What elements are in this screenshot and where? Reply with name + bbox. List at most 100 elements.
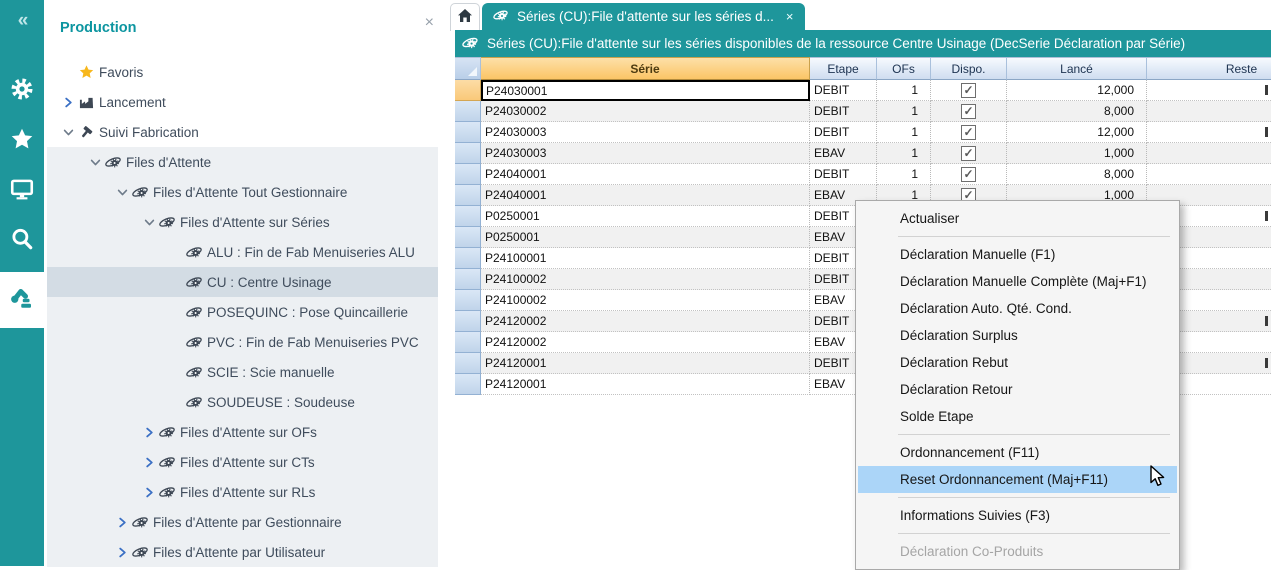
menu-item-d-claration-rebut[interactable]: Déclaration Rebut (858, 349, 1177, 376)
cell-serie[interactable]: P24040001 (481, 164, 810, 185)
chevron-right-icon[interactable] (141, 457, 157, 468)
row-header[interactable] (455, 101, 481, 122)
checked-checkbox-icon[interactable]: ✓ (961, 104, 976, 119)
cell-reste[interactable] (1147, 101, 1271, 122)
cell-reste[interactable] (1147, 143, 1271, 164)
tree-item-soudeuse-soudeuse[interactable]: SOUDEUSE : Soudeuse (47, 387, 438, 417)
cell-serie[interactable]: P24120002 (481, 311, 810, 332)
row-header[interactable] (455, 332, 481, 353)
cell-dispo[interactable]: ✓ (931, 101, 1007, 122)
column-header-s-rie[interactable]: Série (481, 57, 810, 80)
tree-item-files-d-attente-sur-ofs[interactable]: Files d'Attente sur OFs (47, 417, 438, 447)
row-header[interactable] (455, 353, 481, 374)
sidebar-item-production[interactable] (0, 272, 44, 328)
cell-reste[interactable] (1147, 80, 1271, 101)
row-header[interactable] (455, 80, 481, 101)
cell-serie[interactable]: P24120001 (481, 353, 810, 374)
cell-lance[interactable]: 8,000 (1007, 164, 1147, 185)
cell-reste[interactable] (1147, 122, 1271, 143)
cell-serie[interactable]: P0250001 (481, 227, 810, 248)
chevron-right-icon[interactable] (60, 97, 76, 108)
menu-item-d-claration-auto-qt-cond[interactable]: Déclaration Auto. Qté. Cond. (858, 295, 1177, 322)
tab-series-cu[interactable]: Séries (CU):File d'attente sur les série… (482, 3, 805, 30)
tree-item-suivi-fabrication[interactable]: Suivi Fabrication (47, 117, 438, 147)
cell-etape[interactable]: EBAV (810, 143, 877, 164)
column-header-lanc[interactable]: Lancé (1007, 57, 1147, 80)
checked-checkbox-icon[interactable]: ✓ (961, 146, 976, 161)
tree-item-files-d-attente-par-gestionnaire[interactable]: Files d'Attente par Gestionnaire (47, 507, 438, 537)
row-header[interactable] (455, 206, 481, 227)
menu-item-reset-ordonnancement-maj-f11[interactable]: Reset Ordonnancement (Maj+F11) (858, 466, 1177, 493)
row-header[interactable] (455, 311, 481, 332)
checked-checkbox-icon[interactable]: ✓ (961, 125, 976, 140)
cell-serie[interactable]: P24030002 (481, 101, 810, 122)
menu-item-actualiser[interactable]: Actualiser (858, 205, 1177, 232)
menu-item-solde-etape[interactable]: Solde Etape (858, 403, 1177, 430)
row-header[interactable] (455, 122, 481, 143)
cell-etape[interactable]: DEBIT (810, 101, 877, 122)
column-header-ofs[interactable]: OFs (877, 57, 931, 80)
tree-item-files-d-attente-par-utilisateur[interactable]: Files d'Attente par Utilisateur (47, 537, 438, 567)
cell-dispo[interactable]: ✓ (931, 80, 1007, 101)
cell-serie[interactable]: P24100002 (481, 269, 810, 290)
collapse-panel-button[interactable]: « (0, 0, 44, 40)
chevron-right-icon[interactable] (141, 427, 157, 438)
tab-close-icon[interactable]: × (786, 9, 794, 24)
tree-item-alu-fin-de-fab-menuiseries-alu[interactable]: ALU : Fin de Fab Menuiseries ALU (47, 237, 438, 267)
cell-lance[interactable]: 8,000 (1007, 101, 1147, 122)
row-header[interactable] (455, 143, 481, 164)
tree-item-files-d-attente-sur-rls[interactable]: Files d'Attente sur RLs (47, 477, 438, 507)
sidebar-item-modules[interactable] (0, 66, 44, 116)
tree-item-pvc-fin-de-fab-menuiseries-pvc[interactable]: PVC : Fin de Fab Menuiseries PVC (47, 327, 438, 357)
chevron-down-icon[interactable] (141, 218, 157, 227)
cell-serie[interactable]: P0250001 (481, 206, 810, 227)
menu-item-d-claration-manuelle-f1[interactable]: Déclaration Manuelle (F1) (858, 241, 1177, 268)
row-header[interactable] (455, 185, 481, 206)
cell-lance[interactable]: 12,000 (1007, 80, 1147, 101)
cell-ofs[interactable]: 1 (877, 101, 931, 122)
grid-corner-select-all[interactable] (455, 57, 481, 80)
row-header[interactable] (455, 227, 481, 248)
chevron-down-icon[interactable] (60, 128, 76, 137)
chevron-right-icon[interactable] (114, 547, 130, 558)
tree-item-lancement[interactable]: Lancement (47, 87, 438, 117)
column-header-dispo[interactable]: Dispo. (931, 57, 1007, 80)
checked-checkbox-icon[interactable]: ✓ (961, 167, 976, 182)
sidebar-item-favorites[interactable] (0, 116, 44, 166)
cell-serie[interactable]: P24120001 (481, 374, 810, 395)
chevron-right-icon[interactable] (114, 517, 130, 528)
tree-item-files-d-attente-tout-gestionnaire[interactable]: Files d'Attente Tout Gestionnaire (47, 177, 438, 207)
menu-item-ordonnancement-f11[interactable]: Ordonnancement (F11) (858, 439, 1177, 466)
cell-lance[interactable]: 12,000 (1007, 122, 1147, 143)
tree-item-scie-scie-manuelle[interactable]: SCIE : Scie manuelle (47, 357, 438, 387)
row-header[interactable] (455, 269, 481, 290)
cell-ofs[interactable]: 1 (877, 143, 931, 164)
cell-etape[interactable]: DEBIT (810, 164, 877, 185)
sidebar-item-workstation[interactable] (0, 166, 44, 216)
tree-item-cu-centre-usinage[interactable]: CU : Centre Usinage (47, 267, 438, 297)
cell-lance[interactable]: 1,000 (1007, 143, 1147, 164)
row-header[interactable] (455, 248, 481, 269)
checked-checkbox-icon[interactable]: ✓ (961, 83, 976, 98)
cell-serie[interactable]: P24030003 (481, 122, 810, 143)
tree-item-favoris[interactable]: Favoris (47, 57, 438, 87)
cell-ofs[interactable]: 1 (877, 80, 931, 101)
menu-item-d-claration-retour[interactable]: Déclaration Retour (858, 376, 1177, 403)
cell-serie[interactable]: P24040001 (481, 185, 810, 206)
menu-item-d-claration-surplus[interactable]: Déclaration Surplus (858, 322, 1177, 349)
close-panel-icon[interactable]: × (425, 15, 434, 31)
row-header[interactable] (455, 374, 481, 395)
cell-serie[interactable]: P24030003 (481, 143, 810, 164)
cell-serie[interactable]: P24100001 (481, 248, 810, 269)
cell-serie[interactable]: P24120002 (481, 332, 810, 353)
tree-item-files-d-attente-sur-s-ries[interactable]: Files d'Attente sur Séries (47, 207, 438, 237)
cell-ofs[interactable]: 1 (877, 164, 931, 185)
menu-item-informations-suivies-f3[interactable]: Informations Suivies (F3) (858, 502, 1177, 529)
row-header[interactable] (455, 164, 481, 185)
cell-etape[interactable]: DEBIT (810, 122, 877, 143)
cell-etape[interactable]: DEBIT (810, 80, 877, 101)
column-header-etape[interactable]: Etape (810, 57, 877, 80)
chevron-down-icon[interactable] (87, 158, 103, 167)
cell-ofs[interactable]: 1 (877, 122, 931, 143)
sidebar-item-search[interactable] (0, 216, 44, 266)
